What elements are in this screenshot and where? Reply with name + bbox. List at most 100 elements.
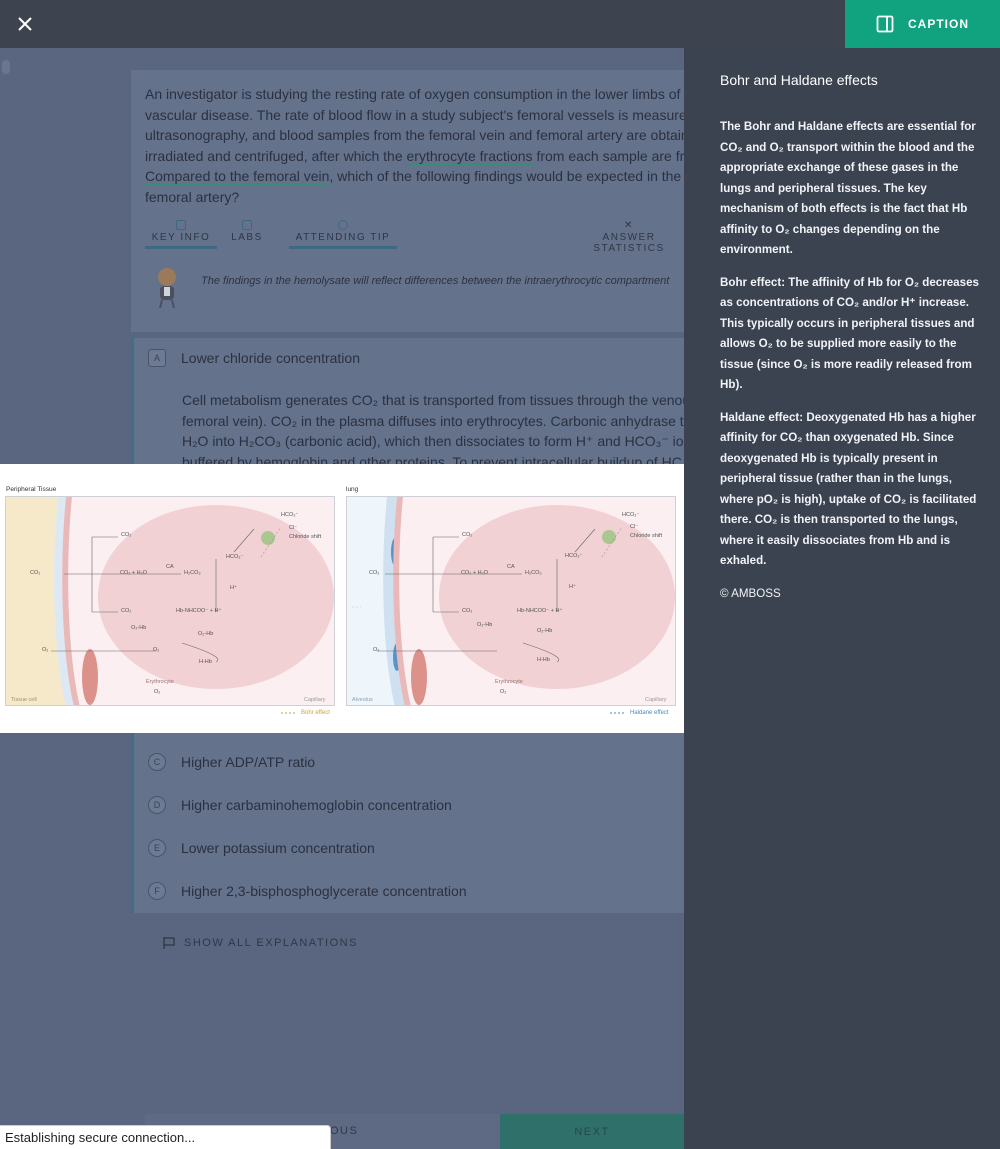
key-icon: [176, 220, 186, 230]
chloride-shift-label: Chloride shift: [289, 534, 322, 540]
tab-label: ATTENDING TIP: [295, 232, 391, 243]
lightbox-image: Peripheral Tissue lung HCO₃⁻ Cl⁻ Chlorid…: [0, 464, 684, 733]
explanation-line: Cell metabolism generates CO₂ that is tr…: [182, 392, 684, 408]
attending-tip-text: The findings in the hemolysate will refl…: [201, 275, 670, 287]
answer-letter: E: [148, 839, 166, 857]
carbaminohemoglobin-label: Hb-NHCOO⁻ + H⁺: [176, 608, 222, 614]
tab-underline: [145, 246, 217, 249]
next-button-label: NEXT: [574, 1125, 610, 1138]
carbonic-acid-label: H₂CO₃: [184, 570, 201, 576]
tab-answer-statistics[interactable]: ✕ ANSWER STATISTICS: [567, 220, 684, 254]
haldane-legend: Haldane effect: [610, 710, 669, 716]
erythrocyte-label: Erythrocyte: [495, 679, 523, 685]
explanation-line: H₂O into H₂CO₃ (carbonic acid), which th…: [182, 433, 684, 449]
question-tabs: KEY INFO LABS ATTENDING TIP ✕ ANSWER STA…: [131, 220, 684, 254]
answer-text: Higher carbaminohemoglobin concentration: [181, 797, 452, 813]
caption-paragraph-bohr: Bohr effect: The affinity of Hb for O₂ d…: [720, 275, 979, 392]
caption-title: Bohr and Haldane effects: [720, 72, 878, 88]
o2-release-label: O₂: [153, 647, 160, 653]
hco3-label: HCO₃⁻: [622, 512, 640, 518]
scroll-indicator: [2, 60, 10, 74]
dashed-arrow-icon: [281, 712, 297, 714]
chloride-label: Cl⁻: [630, 524, 639, 530]
hco3-inner-label: HCO₃⁻: [226, 554, 244, 560]
sidebar-panel-icon: [876, 15, 894, 33]
tab-key-info[interactable]: KEY INFO: [145, 220, 217, 249]
explanation-line: femoral vein). CO₂ in the plasma diffuse…: [182, 412, 684, 429]
answer-letter: A: [148, 349, 166, 367]
capillary-label: Capillary: [645, 697, 667, 703]
question-line: An investigator is studying the resting …: [145, 86, 681, 102]
attending-avatar-icon: [158, 268, 176, 309]
carbonic-anhydrase-label: CA: [507, 564, 515, 570]
capillary-label: Capillary: [304, 697, 326, 703]
co2-alveolus-label: CO₂: [369, 570, 380, 576]
question-line: irradiated and centrifuged, after which …: [145, 146, 684, 167]
co2-hb-label: CO₂: [121, 608, 132, 614]
deoxyhemoglobin-label: H-Hb: [537, 657, 550, 663]
co2-label: CO₂: [121, 532, 132, 538]
question-text: from each sample are fr: [532, 147, 684, 164]
question-text: irradiated and centrifuged, after which …: [145, 147, 407, 164]
attending-tip-panel: The findings in the hemolysate will refl…: [145, 265, 684, 315]
answer-explanation: Cell metabolism generates CO₂ that is tr…: [182, 390, 684, 472]
answer-text: Higher 2,3-bisphosphoglycerate concentra…: [181, 883, 467, 899]
answer-option-f[interactable]: F Higher 2,3-bisphosphoglycerate concent…: [148, 882, 467, 900]
lung-diagram: HCO₃⁻ Cl⁻ Chloride shift CO₂ HCO₃⁻ CO₂ C…: [346, 496, 676, 706]
left-panel-title: Peripheral Tissue: [6, 486, 57, 493]
caption-paragraph-intro: The Bohr and Haldane effects are essenti…: [720, 120, 976, 256]
tab-label: ANSWER STATISTICS: [593, 232, 665, 254]
info-icon: [338, 220, 348, 230]
haldane-effect-illustration: [347, 497, 675, 705]
femoral-vein-link[interactable]: Compared to the femoral vein: [145, 168, 330, 185]
chloride-label: Cl⁻: [289, 525, 298, 531]
haldane-legend-label: Haldane effect: [630, 710, 669, 716]
bohr-effect-illustration: [6, 497, 334, 705]
question-card: An investigator is studying the resting …: [131, 70, 684, 332]
bohr-legend-label: Bohr effect: [301, 710, 330, 716]
bohr-legend: Bohr effect: [281, 710, 330, 716]
tab-label: KEY INFO: [151, 232, 211, 243]
oxyhemoglobin-label-b: O₂-Hb: [198, 631, 214, 637]
tab-label: LABS: [231, 232, 263, 243]
answer-option-e[interactable]: E Lower potassium concentration: [148, 839, 375, 857]
o2-bottom-label: O₂: [154, 689, 161, 695]
browser-status-bar: Establishing secure connection...: [0, 1125, 331, 1149]
co2-water-label: CO₂ + H₂O: [461, 570, 489, 576]
right-panel-title: lung: [346, 486, 359, 493]
o2-tissue-label: O₂: [42, 647, 49, 653]
close-button[interactable]: [10, 9, 40, 39]
question-line: Compared to the femoral vein, which of t…: [145, 166, 684, 187]
answer-option-c[interactable]: C Higher ADP/ATP ratio: [148, 753, 315, 771]
oxyhemoglobin-label-a: O₂-Hb: [131, 625, 147, 631]
question-stem: An investigator is studying the resting …: [145, 84, 684, 207]
answer-option-a[interactable]: A Lower chloride concentration: [148, 349, 360, 367]
lightbox-header: CAPTION: [0, 0, 1000, 48]
next-button[interactable]: NEXT: [500, 1114, 684, 1149]
answer-option-d[interactable]: D Higher carbaminohemoglobin concentrati…: [148, 796, 452, 814]
question-line: vascular disease. The rate of blood flow…: [145, 106, 684, 123]
caption-body: The Bohr and Haldane effects are essenti…: [720, 117, 982, 616]
carbonic-acid-label: H₂CO₃: [525, 570, 542, 576]
tissue-cell-label: Tissue cell: [11, 697, 37, 703]
carbaminohemoglobin-label: Hb-NHCOO⁻ + H⁺: [517, 608, 563, 614]
chloride-shift-label: Chloride shift: [630, 533, 663, 539]
hco3-label: HCO₃⁻: [281, 512, 299, 518]
tab-labs[interactable]: LABS: [227, 220, 267, 243]
tab-attending-tip[interactable]: ATTENDING TIP: [289, 220, 397, 249]
erythrocyte-fractions-link[interactable]: erythrocyte fractions: [406, 147, 533, 165]
caption-copyright: © AMBOSS: [720, 586, 781, 600]
answer-text: Lower chloride concentration: [181, 350, 360, 366]
alveolus-label: Alveolus: [352, 697, 373, 703]
caption-toggle-button[interactable]: CAPTION: [845, 0, 1000, 48]
close-icon: [18, 17, 32, 31]
peripheral-tissue-diagram: HCO₃⁻ Cl⁻ Chloride shift CO₂ HCO₃⁻ CO₂ C…: [5, 496, 335, 706]
deoxyhemoglobin-label: H-Hb: [199, 659, 212, 665]
flag-icon: [163, 937, 175, 949]
statistics-icon: ✕: [624, 220, 634, 231]
carbonic-anhydrase-label: CA: [166, 564, 174, 570]
oxyhemoglobin-label-a: O₂-Hb: [477, 622, 493, 628]
show-all-explanations-button[interactable]: SHOW ALL EXPLANATIONS: [162, 936, 358, 950]
proton-label: H⁺: [230, 585, 237, 591]
proton-label: H⁺: [569, 584, 576, 590]
